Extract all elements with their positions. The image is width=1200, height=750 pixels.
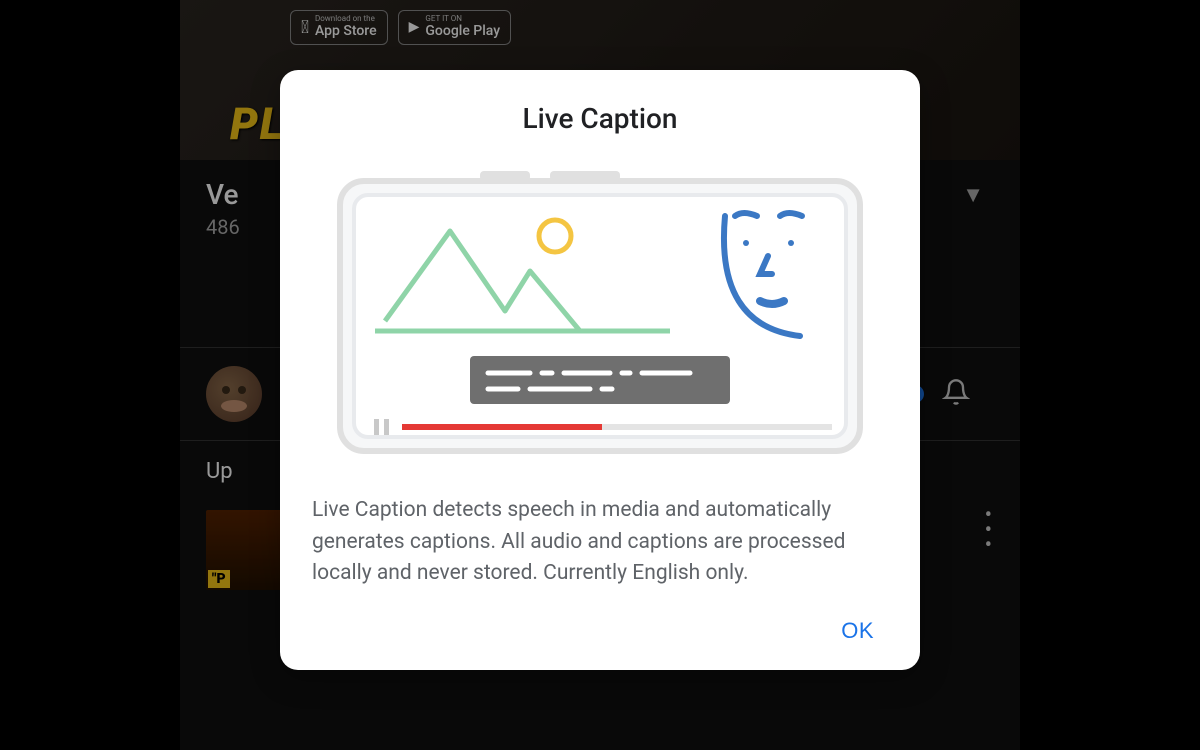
dialog-title: Live Caption [312,102,888,135]
live-caption-illustration [330,161,870,465]
dialog-description: Live Caption detects speech in media and… [312,495,888,590]
ok-button[interactable]: OK [827,610,888,652]
live-caption-dialog: Live Caption [280,70,920,670]
app-screen:  Download on the App Store ▶ GET IT ON … [180,0,1020,750]
